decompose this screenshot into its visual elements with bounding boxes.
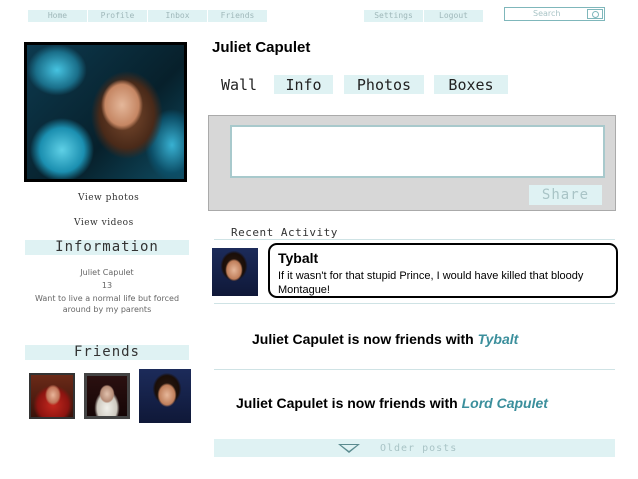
share-button[interactable]: Share <box>529 185 602 205</box>
friends-heading: Friends <box>25 345 189 360</box>
friend-link-lord-capulet[interactable]: Lord Capulet <box>462 395 548 411</box>
friend-link-tybalt[interactable]: Tybalt <box>478 331 519 347</box>
top-nav-right: Settings Logout <box>364 10 484 22</box>
search-input[interactable]: Search <box>533 9 560 18</box>
recent-activity-heading: Recent Activity <box>231 226 338 239</box>
search-icon[interactable] <box>587 9 603 19</box>
friend-thumb-3[interactable] <box>139 369 191 423</box>
friend-event-2: Juliet Capulet is now friends with Lord … <box>236 395 548 411</box>
friend-event-text: Juliet Capulet is now friends with <box>252 331 478 347</box>
info-bio: Want to live a normal life but forced ar… <box>34 294 180 314</box>
profile-photo[interactable] <box>24 42 187 182</box>
older-posts-button[interactable]: Older posts <box>214 439 615 457</box>
divider <box>214 239 615 240</box>
tab-photos[interactable]: Photos <box>344 75 424 94</box>
post-avatar[interactable] <box>212 248 258 296</box>
nav-home[interactable]: Home <box>28 10 88 22</box>
post-bubble: Tybalt If it wasn't for that stupid Prin… <box>268 243 618 298</box>
friend-event-1: Juliet Capulet is now friends with Tybal… <box>252 331 518 347</box>
post-textarea[interactable] <box>230 125 605 178</box>
nav-settings[interactable]: Settings <box>364 10 424 22</box>
view-videos-link[interactable]: View videos <box>74 218 134 228</box>
post-message: If it wasn't for that stupid Prince, I w… <box>278 270 584 296</box>
divider <box>214 369 615 370</box>
view-photos-link[interactable]: View photos <box>78 193 139 203</box>
tab-info[interactable]: Info <box>274 75 333 94</box>
information-heading: Information <box>25 240 189 255</box>
older-posts-label: Older posts <box>380 443 458 454</box>
tab-boxes[interactable]: Boxes <box>434 75 508 94</box>
top-nav: Home Profile Inbox Friends <box>28 10 268 22</box>
nav-inbox[interactable]: Inbox <box>148 10 208 22</box>
post-composer: Share <box>208 115 616 211</box>
nav-friends[interactable]: Friends <box>208 10 268 22</box>
tab-wall[interactable]: Wall <box>213 75 265 94</box>
friend-thumb-1[interactable] <box>29 373 75 419</box>
nav-profile[interactable]: Profile <box>88 10 148 22</box>
info-name: Juliet Capulet <box>80 268 134 277</box>
friend-thumb-2[interactable] <box>84 373 130 419</box>
profile-name: Juliet Capulet <box>212 39 311 56</box>
search-box[interactable]: Search <box>504 7 605 21</box>
post-author[interactable]: Tybalt <box>278 250 318 266</box>
chevron-down-icon <box>338 444 360 453</box>
friend-event-text: Juliet Capulet is now friends with <box>236 395 462 411</box>
info-age: 13 <box>101 281 113 290</box>
nav-logout[interactable]: Logout <box>424 10 484 22</box>
divider <box>214 303 615 304</box>
